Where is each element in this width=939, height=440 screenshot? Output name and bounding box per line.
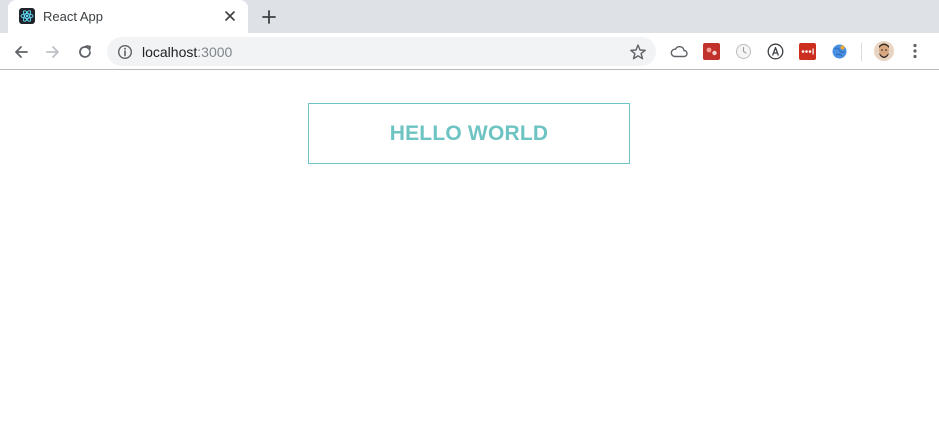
kebab-menu-icon[interactable] [906,42,924,60]
toolbar-divider [861,43,862,61]
react-logo-icon [19,8,35,24]
plus-icon[interactable] [259,7,279,27]
avatar-icon[interactable] [874,41,894,61]
tab-strip: React App [0,0,939,33]
browser-toolbar: localhost:3000 [0,33,939,70]
url-text: localhost:3000 [142,44,232,60]
extension-globe-icon[interactable] [830,42,848,60]
star-icon[interactable] [629,43,647,61]
hello-world-box: HELLO WORLD [308,103,630,164]
page-title: HELLO WORLD [389,121,549,145]
extension-a-icon[interactable] [766,42,784,60]
page-viewport: HELLO WORLD [0,71,939,440]
info-icon[interactable] [117,44,133,60]
reload-icon[interactable] [73,40,97,64]
extension-red-icon[interactable] [702,42,720,60]
extension-clock-icon[interactable] [734,42,752,60]
address-bar[interactable]: localhost:3000 [107,37,656,66]
browser-window: React App localhost:3000 HELLO WORLD [0,0,939,440]
close-icon[interactable] [222,8,238,24]
tab-react-app[interactable]: React App [8,0,248,33]
tab-title: React App [43,9,103,24]
url-port: :3000 [197,44,233,60]
extension-lastpass-icon[interactable] [798,42,816,60]
url-host: localhost [142,44,198,60]
arrow-right-icon[interactable] [41,40,65,64]
cloud-icon[interactable] [670,42,688,60]
arrow-left-icon[interactable] [9,40,33,64]
